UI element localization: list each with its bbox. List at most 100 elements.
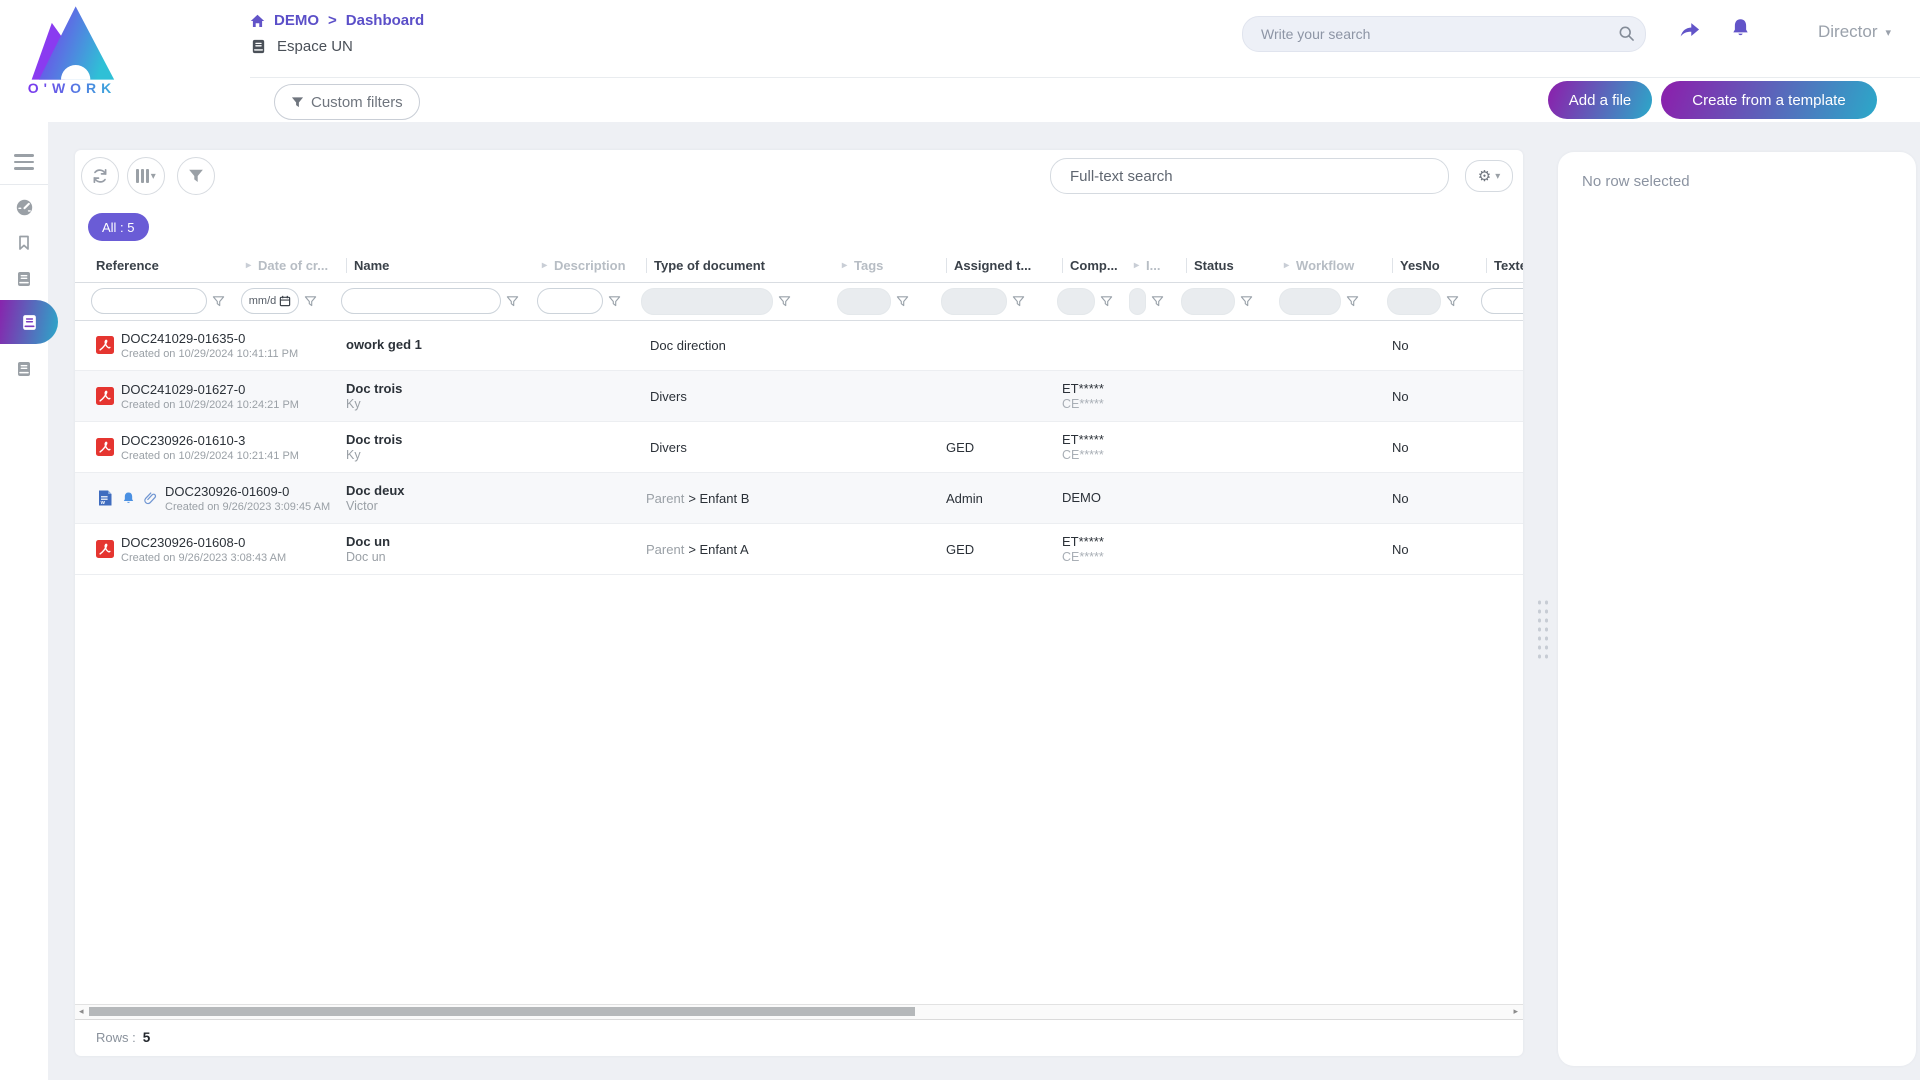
app-logo[interactable]: O'WORK <box>14 4 130 96</box>
search-icon[interactable] <box>1618 25 1635 42</box>
book-icon <box>20 313 39 332</box>
refresh-button[interactable] <box>81 157 119 195</box>
breadcrumb-root[interactable]: DEMO <box>274 12 319 29</box>
pdf-file-icon <box>96 387 114 405</box>
table-row[interactable]: DOC241029-01627-0Created on 10/29/2024 1… <box>75 371 1523 422</box>
column-header-status[interactable]: Status <box>1178 258 1276 273</box>
column-divider <box>646 258 647 273</box>
custom-filters-button[interactable]: Custom filters <box>274 84 420 120</box>
tab-all-count[interactable]: All : 5 <box>88 213 149 241</box>
filter-funnel-icon[interactable] <box>506 295 519 308</box>
bookmark-icon <box>15 234 33 252</box>
sidebar-item-documents-active[interactable] <box>0 300 58 344</box>
chevron-down-icon: ▾ <box>151 171 156 182</box>
filter-funnel-icon[interactable] <box>1446 295 1459 308</box>
chevron-down-icon: ▾ <box>1886 26 1892 39</box>
columns-icon <box>136 169 149 183</box>
menu-toggle-icon[interactable] <box>0 154 48 170</box>
refresh-icon <box>91 167 109 185</box>
panel-resize-handle[interactable] <box>1535 597 1549 659</box>
filter-yesno-disabled <box>1387 288 1441 315</box>
filters-button[interactable] <box>177 157 215 195</box>
sort-arrow-icon: ▸ <box>542 260 547 271</box>
filter-funnel-icon[interactable] <box>1151 295 1164 308</box>
filter-description-input[interactable] <box>537 288 603 314</box>
scrollbar-thumb[interactable] <box>89 1007 915 1016</box>
company-cell: DEMO <box>1054 490 1126 506</box>
assigned-cell: Admin <box>938 491 1054 506</box>
column-header-yesno[interactable]: YesNo <box>1384 258 1478 273</box>
filter-date-input[interactable]: mm/d <box>241 288 299 314</box>
column-divider <box>1392 258 1393 273</box>
filter-name-input[interactable] <box>341 288 501 314</box>
company-cell <box>1054 345 1126 346</box>
header-divider <box>250 77 1920 78</box>
table-row[interactable]: w DOC230926-01609-0Created on 9/26/2023 … <box>75 473 1523 524</box>
columns-visibility-button[interactable]: ▾ <box>127 157 165 195</box>
breadcrumb: DEMO > Dashboard Espace UN <box>250 12 424 55</box>
filter-funnel-icon[interactable] <box>1240 295 1253 308</box>
fulltext-search-input[interactable] <box>1068 159 1432 193</box>
column-header-date[interactable]: ▸Date of cr... <box>238 258 338 273</box>
filter-funnel-icon[interactable] <box>1100 295 1113 308</box>
filter-tags-disabled <box>837 288 891 315</box>
column-header-texte[interactable]: Texte <box>1478 258 1523 273</box>
column-header-tags[interactable]: ▸Tags <box>834 258 938 273</box>
reference-cell: DOC230926-01610-3Created on 10/29/2024 1… <box>88 433 238 462</box>
sort-arrow-icon: ▸ <box>1134 260 1139 271</box>
filter-company-disabled <box>1057 288 1095 315</box>
filter-funnel-icon[interactable] <box>1012 295 1025 308</box>
sort-arrow-icon: ▸ <box>1284 260 1289 271</box>
table-row[interactable]: DOC241029-01635-0Created on 10/29/2024 1… <box>75 320 1523 371</box>
column-header-i[interactable]: ▸I... <box>1126 258 1178 273</box>
sidebar-item-dashboard[interactable] <box>0 198 48 217</box>
column-header-name[interactable]: Name <box>338 258 534 273</box>
chevron-down-icon: ▾ <box>1495 171 1500 182</box>
pdf-file-icon <box>96 336 114 354</box>
filter-funnel-icon[interactable] <box>608 295 621 308</box>
filter-funnel-icon[interactable] <box>778 295 791 308</box>
global-search-input[interactable] <box>1259 17 1603 51</box>
column-header-company[interactable]: Comp... <box>1054 258 1126 273</box>
yesno-cell: No <box>1384 491 1478 506</box>
filter-reference-input[interactable] <box>91 288 207 314</box>
type-cell: Doc direction <box>638 338 834 353</box>
table-settings-button[interactable]: ⚙ ▾ <box>1465 160 1513 192</box>
filter-funnel-icon[interactable] <box>1346 295 1359 308</box>
column-header-workflow[interactable]: ▸Workflow <box>1276 258 1384 273</box>
create-from-template-button[interactable]: Create from a template <box>1661 81 1877 119</box>
table-row[interactable]: DOC230926-01610-3Created on 10/29/2024 1… <box>75 422 1523 473</box>
sidebar-item-library[interactable] <box>0 270 48 288</box>
column-header-reference[interactable]: Reference <box>88 258 238 273</box>
created-date: Created on 9/26/2023 3:08:43 AM <box>121 552 286 564</box>
calendar-icon <box>279 295 291 307</box>
column-header-type[interactable]: Type of document <box>638 258 834 273</box>
filter-funnel-icon[interactable] <box>896 295 909 308</box>
filter-texte-input[interactable] <box>1481 288 1523 314</box>
reference-value: DOC230926-01610-3 <box>121 433 299 448</box>
book-icon <box>15 270 33 288</box>
reference-value: DOC230926-01608-0 <box>121 535 286 550</box>
user-role-menu[interactable]: Director ▾ <box>1818 22 1891 42</box>
breadcrumb-current[interactable]: Dashboard <box>346 12 424 29</box>
scroll-left-icon[interactable]: ◂ <box>79 1006 84 1017</box>
add-file-button[interactable]: Add a file <box>1548 81 1652 119</box>
pdf-file-icon <box>96 438 114 456</box>
created-date: Created on 10/29/2024 10:41:11 PM <box>121 348 298 360</box>
table-row[interactable]: DOC230926-01608-0 Created on 9/26/2023 3:… <box>75 524 1523 575</box>
filter-funnel-icon[interactable] <box>304 295 317 308</box>
filter-funnel-icon[interactable] <box>212 295 225 308</box>
reference-value: DOC230926-01609-0 <box>165 484 330 499</box>
reference-cell: DOC241029-01635-0Created on 10/29/2024 1… <box>88 331 238 360</box>
column-divider <box>1062 258 1063 273</box>
share-icon[interactable] <box>1678 19 1701 39</box>
column-header-description[interactable]: ▸Description <box>534 258 638 273</box>
top-header: O'WORK DEMO > Dashboard Espace UN Direct… <box>0 0 1920 122</box>
home-icon[interactable] <box>250 14 265 28</box>
sidebar-item-archives[interactable] <box>0 360 48 378</box>
scroll-right-icon[interactable]: ▸ <box>1513 1006 1518 1017</box>
horizontal-scrollbar[interactable]: ◂ ▸ <box>75 1004 1523 1020</box>
sidebar-item-bookmarks[interactable] <box>0 234 48 252</box>
notifications-bell-icon[interactable] <box>1729 17 1752 40</box>
column-header-assigned[interactable]: Assigned t... <box>938 258 1054 273</box>
